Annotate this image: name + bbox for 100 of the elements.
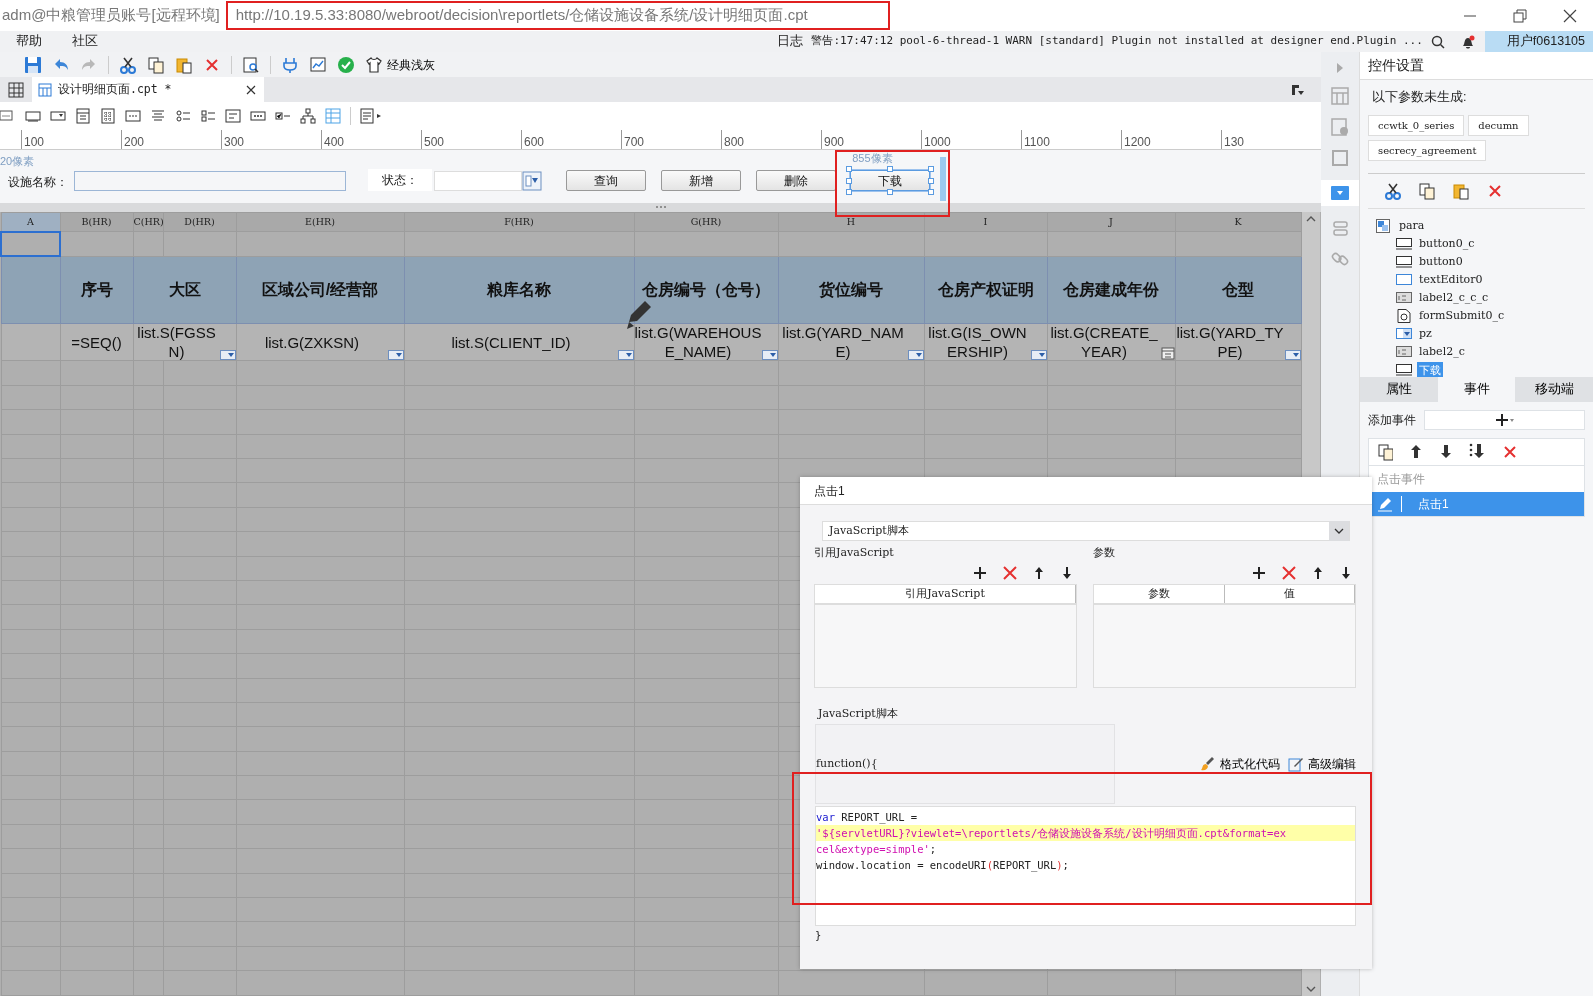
widget-icon[interactable]: [175, 108, 191, 124]
tree-item[interactable]: para: [1397, 217, 1427, 234]
parameter-chip[interactable]: decumn: [1468, 114, 1529, 136]
arrow-up-icon[interactable]: [1312, 565, 1324, 580]
report-icon: [38, 82, 52, 97]
code-editor[interactable]: var REPORT_URL = '${servletURL}?viewlet=\reportlets/仓储设施设备系统/设计明细页面.cpt&format=ex cel&extype=simple'; window.location = encodeURI(REPORT_URL);: [815, 806, 1356, 926]
column-header[interactable]: K: [1175, 212, 1301, 232]
check-circle-icon[interactable]: [337, 55, 355, 74]
widget-icon[interactable]: [50, 108, 66, 124]
widget-icon[interactable]: [300, 108, 316, 124]
plus-icon: [1494, 412, 1515, 427]
theme-button[interactable]: 经典浅灰: [365, 55, 435, 74]
dropdown-icon[interactable]: [1291, 83, 1305, 96]
log-link[interactable]: 日志: [777, 32, 804, 51]
ruler-label: 600: [521, 130, 621, 149]
tree-item[interactable]: button0_c: [1417, 235, 1477, 252]
arrow-up-icon[interactable]: [1033, 565, 1045, 580]
tree-item[interactable]: label2_c: [1417, 343, 1467, 360]
parameter-button[interactable]: 删除: [756, 170, 837, 191]
widget-icon[interactable]: [100, 108, 116, 124]
arrow-down-icon[interactable]: [1439, 442, 1453, 459]
script-type-select[interactable]: JavaScript脚本: [822, 521, 1350, 541]
column-header[interactable]: E(HR): [236, 212, 404, 232]
paste-icon[interactable]: [175, 55, 193, 74]
plug-icon[interactable]: [281, 55, 299, 74]
copy-icon[interactable]: [1377, 442, 1393, 461]
column-header[interactable]: D(HR): [163, 212, 236, 232]
column-header[interactable]: H: [778, 212, 924, 232]
close-icon[interactable]: [246, 84, 256, 95]
table-column-header[interactable]: 值: [1224, 584, 1355, 603]
save-icon[interactable]: [24, 55, 42, 74]
delete-icon[interactable]: [1282, 565, 1296, 580]
ruler-label: 200: [121, 130, 221, 149]
widget-settings-icon[interactable]: [1331, 186, 1349, 200]
delete-icon[interactable]: [1003, 565, 1017, 580]
parameter-button[interactable]: 查询: [566, 170, 647, 191]
cell-info-icon[interactable]: [1331, 118, 1349, 136]
event-group-label: 点击事件: [1376, 470, 1426, 488]
plus-icon[interactable]: [973, 565, 987, 580]
chart-preview-icon[interactable]: [309, 55, 327, 74]
header-cell: 大区: [133, 256, 236, 324]
menu-item[interactable]: 社区: [56, 32, 112, 51]
restore-icon[interactable]: [1513, 8, 1527, 23]
parameter-button[interactable]: 下载: [850, 170, 931, 191]
widget-icon[interactable]: [25, 108, 41, 124]
section-title: JavaScript脚本: [818, 705, 899, 722]
text-field[interactable]: [74, 171, 347, 191]
column-header[interactable]: I: [924, 212, 1047, 232]
selection-handle[interactable]: [887, 166, 894, 172]
column-header[interactable]: F(HR): [404, 212, 634, 232]
field-label: 状态：: [368, 169, 433, 191]
close-icon[interactable]: [1563, 8, 1577, 23]
cut-icon[interactable]: [119, 55, 137, 74]
window-title: adm@中粮管理员账号[远程环境]: [1, 5, 220, 26]
section-title: 参数: [1093, 545, 1116, 561]
tree-item[interactable]: pz: [1417, 325, 1434, 342]
grid-icon[interactable]: [8, 81, 24, 98]
parameter-button[interactable]: 新增: [661, 170, 742, 191]
paste-icon[interactable]: [1452, 181, 1470, 200]
user-account-label[interactable]: 用户f0613105: [1484, 31, 1593, 52]
tree-item[interactable]: textEditor0: [1417, 271, 1485, 288]
plus-icon[interactable]: [1252, 565, 1266, 580]
selection-handle[interactable]: [887, 189, 894, 195]
cut-icon[interactable]: [1384, 181, 1402, 200]
bell-icon[interactable]: [1460, 34, 1475, 49]
tree-item[interactable]: formSubmit0_c: [1417, 307, 1507, 324]
copy-icon[interactable]: [1418, 181, 1436, 200]
panel-tab[interactable]: 移动端: [1515, 376, 1593, 402]
edit-icon: [1288, 756, 1304, 772]
editor-action-button[interactable]: 高级编辑: [1288, 755, 1356, 773]
arrow-down-icon[interactable]: [1340, 565, 1352, 580]
button-widget-icon: [1396, 236, 1412, 251]
table-column-header[interactable]: 参数: [1094, 584, 1225, 603]
splitter-grip-icon[interactable]: [654, 205, 667, 209]
tree-item[interactable]: label2_c_c_c: [1417, 289, 1491, 306]
header-cell: 粮库名称: [404, 256, 634, 324]
column-header[interactable]: A: [1, 212, 60, 232]
menu-item[interactable]: 帮助: [0, 32, 56, 51]
tree-item[interactable]: button0: [1417, 253, 1465, 270]
parameter-chip[interactable]: secrecy_agreement: [1368, 139, 1487, 161]
file-tab[interactable]: 设计明细页面.cpt *: [32, 77, 264, 102]
form-edit-icon[interactable]: [360, 108, 382, 124]
copy-icon[interactable]: [147, 55, 165, 74]
widget-icon[interactable]: [75, 108, 91, 124]
arrow-down-icon[interactable]: [1061, 565, 1073, 580]
search-icon[interactable]: [1430, 34, 1445, 49]
column-header[interactable]: B(HR): [60, 212, 133, 232]
table-column-header[interactable]: 引用JavaScript: [815, 584, 1076, 603]
widget-icon[interactable]: [200, 108, 216, 124]
editor-action-button[interactable]: 格式化代码: [1200, 755, 1280, 773]
widget-icon[interactable]: [250, 108, 266, 124]
column-header[interactable]: C(HR): [133, 212, 163, 232]
parameter-chip[interactable]: ccwtk_0_series: [1368, 114, 1465, 136]
panel-tab[interactable]: 属性: [1360, 376, 1438, 402]
move-bottom-icon[interactable]: [1469, 442, 1485, 459]
combo-field[interactable]: [434, 171, 543, 191]
column-header[interactable]: G(HR): [634, 212, 778, 232]
preview-icon[interactable]: [242, 55, 260, 74]
arrow-up-icon[interactable]: [1409, 442, 1423, 459]
column-header[interactable]: J: [1047, 212, 1175, 232]
